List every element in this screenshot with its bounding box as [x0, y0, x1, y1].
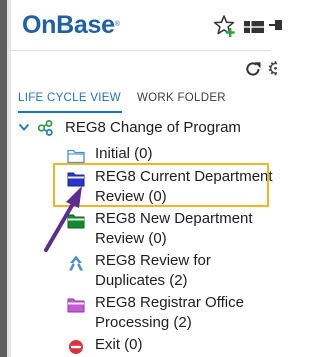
view-tabs: LIFE CYCLE VIEW WORK FOLDER: [11, 84, 271, 114]
tree-root-lifecycle[interactable]: REG8 Change of Program: [11, 117, 271, 143]
chevron-down-icon[interactable]: [18, 121, 30, 133]
window-left-edge: [0, 0, 7, 357]
queue-label: REG8 Review for Duplicates (2): [95, 252, 211, 289]
pin-icon[interactable]: [269, 16, 282, 36]
gear-icon[interactable]: ⚙: [267, 58, 277, 80]
tab-life-cycle-view[interactable]: LIFE CYCLE VIEW: [18, 92, 122, 113]
app-header: OnBase®: [11, 0, 282, 51]
folder-outline-icon: [67, 149, 85, 164]
onbase-logo: OnBase®: [22, 11, 120, 39]
queue-label: REG8 Registrar Office Processing (2): [95, 294, 244, 331]
queue-label: REG8 New Department Review (0): [95, 210, 253, 247]
lifecycle-workflow-icon: [37, 120, 53, 136]
queue-exit[interactable]: Exit (0): [63, 335, 273, 357]
purple-folder-icon: [67, 298, 85, 313]
queue-label: Exit (0): [95, 336, 143, 353]
tab-work-folder[interactable]: WORK FOLDER: [137, 92, 226, 104]
layout-icon[interactable]: [244, 21, 264, 33]
toolbar: ⚙: [11, 51, 277, 83]
add-favorite-icon[interactable]: [214, 15, 236, 37]
tree-root-label: REG8 Change of Program: [65, 119, 241, 136]
queue-label: Initial (0): [95, 145, 153, 162]
annotation-arrow-icon: [44, 186, 82, 252]
queue-registrar-office-processing[interactable]: REG8 Registrar Office Processing (2): [63, 293, 273, 335]
queue-review-for-duplicates[interactable]: REG8 Review for Duplicates (2): [63, 251, 273, 293]
load-balance-icon: [69, 255, 83, 271]
refresh-icon[interactable]: [244, 60, 262, 78]
exit-icon: [69, 340, 83, 354]
